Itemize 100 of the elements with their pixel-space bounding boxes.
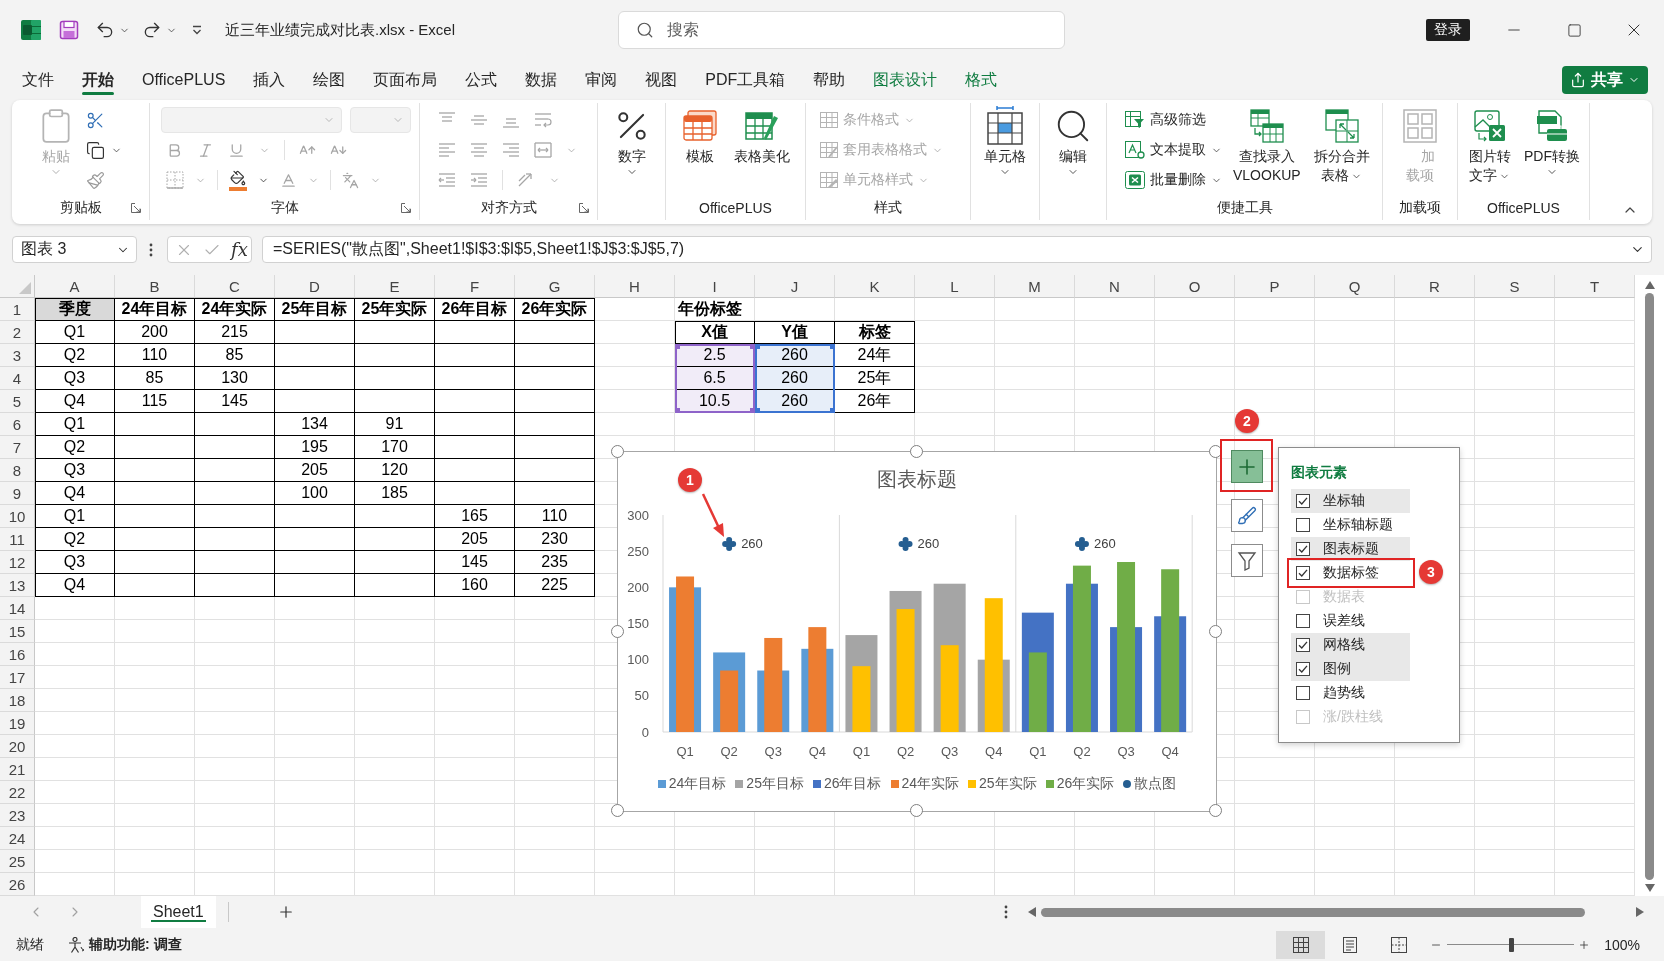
row-header[interactable]: 11 (0, 528, 35, 551)
ribbon-tab[interactable]: 开始 (68, 60, 128, 100)
row-header[interactable]: 19 (0, 712, 35, 735)
chart-element-option[interactable]: 坐标轴标题 (1291, 513, 1410, 537)
row-header[interactable]: 2 (0, 321, 35, 344)
row-header[interactable]: 12 (0, 551, 35, 574)
scroll-up-icon[interactable] (1644, 281, 1655, 289)
undo-icon[interactable] (95, 20, 115, 40)
row-header[interactable]: 14 (0, 597, 35, 620)
lookup-button[interactable]: 查找录入 VLOOKUP (1230, 103, 1304, 185)
column-header[interactable]: O (1155, 275, 1235, 298)
row-header[interactable]: 16 (0, 643, 35, 666)
row-header[interactable]: 8 (0, 459, 35, 482)
chart-styles-button[interactable] (1231, 499, 1263, 532)
column-header[interactable]: S (1475, 275, 1555, 298)
sheet-tab[interactable]: Sheet1 (141, 896, 216, 928)
checkbox[interactable] (1296, 662, 1310, 676)
checkbox[interactable] (1296, 614, 1310, 628)
ribbon-tab[interactable]: 帮助 (799, 60, 860, 100)
customize-toolbar-icon[interactable] (191, 25, 203, 35)
scissors-icon[interactable] (86, 110, 105, 130)
ribbon-tab[interactable]: 审阅 (571, 60, 632, 100)
column-header[interactable]: G (515, 275, 595, 298)
ribbon-tab[interactable]: 公式 (451, 60, 512, 100)
column-header[interactable]: M (995, 275, 1075, 298)
chart-element-option[interactable]: 网格线 (1291, 633, 1410, 657)
row-header[interactable]: 26 (0, 873, 35, 896)
column-header[interactable]: B (115, 275, 195, 298)
row-header[interactable]: 18 (0, 689, 35, 712)
row-header[interactable]: 5 (0, 390, 35, 413)
ribbon-tab[interactable]: 文件 (8, 60, 68, 100)
scroll-left-icon[interactable] (1028, 907, 1036, 917)
search-field[interactable]: 搜索 (618, 11, 1065, 49)
scrollbar-thumb[interactable] (1645, 293, 1654, 880)
ribbon-tab[interactable]: 格式 (951, 60, 1012, 100)
column-header[interactable]: Q (1315, 275, 1395, 298)
row-header[interactable]: 22 (0, 781, 35, 804)
ribbon-tab[interactable]: 数据 (511, 60, 572, 100)
column-header[interactable]: R (1395, 275, 1475, 298)
column-header[interactable]: K (835, 275, 915, 298)
name-box[interactable]: 图表 3 (12, 236, 137, 263)
column-header[interactable]: I (675, 275, 755, 298)
row-header[interactable]: 21 (0, 758, 35, 781)
column-header[interactable]: L (915, 275, 995, 298)
chart-elements-button[interactable] (1231, 450, 1263, 483)
column-header[interactable]: A (35, 275, 115, 298)
cells-button[interactable]: 单元格 (981, 103, 1029, 178)
text-extract-button[interactable]: 文本提取 (1123, 135, 1224, 165)
slider-thumb[interactable] (1508, 937, 1514, 952)
number-format-button[interactable]: 数字 (609, 103, 654, 178)
column-header[interactable]: E (355, 275, 435, 298)
table-beautify-button[interactable]: 表格美化 (730, 103, 793, 166)
drag-handle-icon[interactable] (149, 242, 153, 257)
pdf-convert-button[interactable]: PDF转换 (1521, 103, 1583, 178)
split-merge-button[interactable]: 拆分合并表格 (1309, 103, 1374, 185)
ribbon-tab[interactable]: 页面布局 (359, 60, 452, 100)
row-header[interactable]: 24 (0, 827, 35, 850)
ribbon-tab[interactable]: PDF工具箱 (691, 60, 800, 100)
insert-function-button[interactable]: fx (231, 238, 248, 261)
chart-element-option[interactable]: 误差线 (1291, 609, 1410, 633)
copy-icon[interactable] (86, 140, 105, 160)
formula-field[interactable]: =SERIES("散点图",Sheet1!$I$3:$I$5,Sheet1!$J$3:$J$5,7) (262, 236, 1652, 263)
advanced-filter-button[interactable]: 高级筛选 (1123, 105, 1224, 135)
chart-element-option[interactable]: 图表标题 (1291, 537, 1410, 561)
row-header[interactable]: 25 (0, 850, 35, 873)
resize-handle[interactable] (910, 804, 923, 817)
checkbox[interactable] (1296, 638, 1310, 652)
resize-handle[interactable] (1209, 624, 1222, 638)
view-button[interactable] (1276, 930, 1326, 959)
accessibility-icon[interactable] (68, 936, 84, 953)
fill-color-icon[interactable] (229, 169, 247, 191)
column-header[interactable]: C (195, 275, 275, 298)
ribbon-tab[interactable]: 插入 (239, 60, 300, 100)
ribbon-tab[interactable]: 图表设计 (859, 60, 952, 100)
redo-icon[interactable] (142, 20, 162, 40)
scroll-down-icon[interactable] (1644, 884, 1655, 892)
row-header[interactable]: 4 (0, 367, 35, 390)
row-header[interactable]: 15 (0, 620, 35, 643)
save-icon[interactable] (59, 20, 79, 40)
zoom-level[interactable]: 100% (1604, 936, 1640, 953)
resize-handle[interactable] (910, 445, 923, 458)
ribbon-tab[interactable]: 视图 (631, 60, 692, 100)
ribbon-tab[interactable]: OfficePLUS (128, 60, 240, 100)
ribbon-tab[interactable]: 绘图 (299, 60, 360, 100)
chart-element-option[interactable]: 数据标签 (1291, 561, 1410, 585)
column-header[interactable]: P (1235, 275, 1315, 298)
row-header[interactable]: 13 (0, 574, 35, 597)
row-header[interactable]: 20 (0, 735, 35, 758)
chart-filters-button[interactable] (1231, 544, 1263, 577)
checkbox[interactable] (1296, 686, 1310, 700)
image-to-text-button[interactable]: 图片转文字 (1464, 103, 1515, 185)
checkbox[interactable] (1296, 542, 1310, 556)
column-header[interactable]: H (595, 275, 675, 298)
column-header[interactable]: T (1555, 275, 1635, 298)
chart-element-option[interactable]: 图例 (1291, 657, 1410, 681)
resize-handle[interactable] (611, 624, 624, 638)
row-header[interactable]: 10 (0, 505, 35, 528)
chart-element-option[interactable]: 坐标轴 (1291, 489, 1410, 513)
column-header[interactable]: F (435, 275, 515, 298)
scrollbar-thumb[interactable] (1041, 907, 1585, 917)
